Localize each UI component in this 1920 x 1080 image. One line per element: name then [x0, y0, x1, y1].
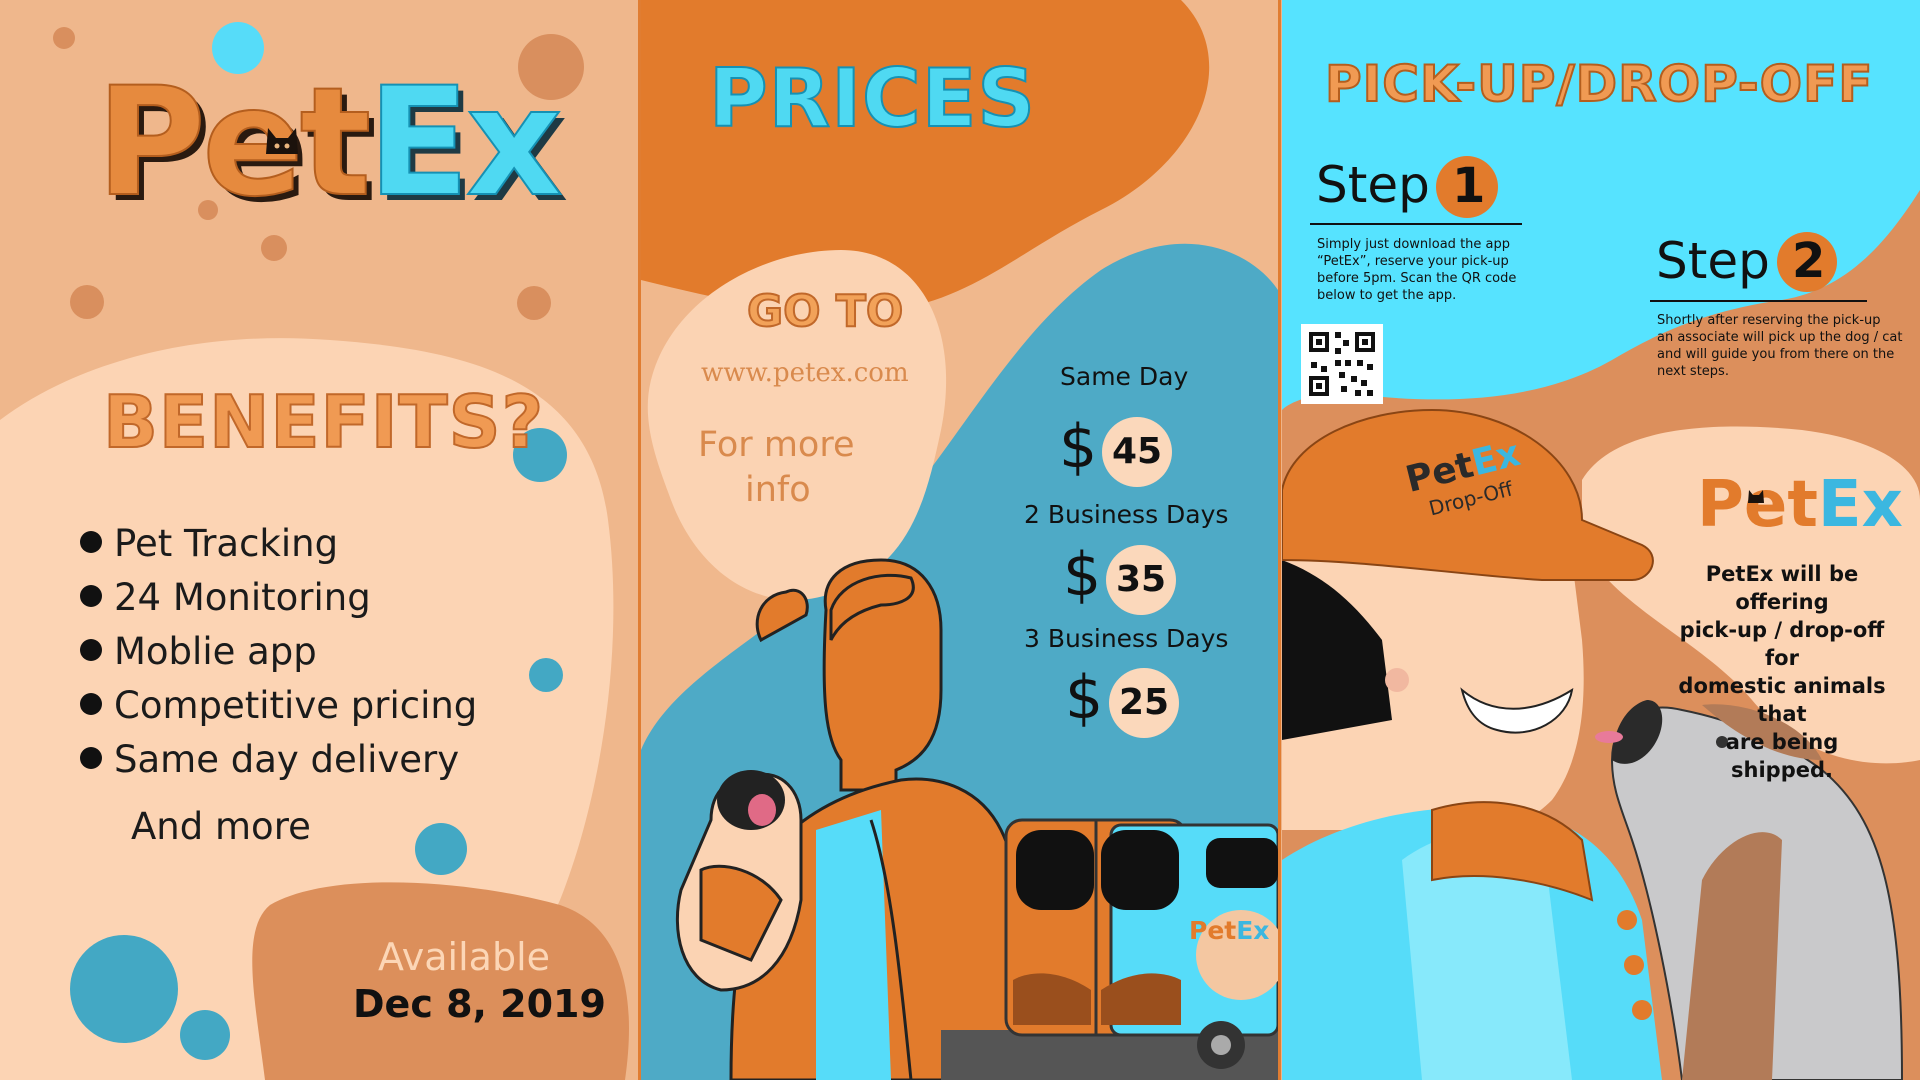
benefit-item: Competitive pricing — [80, 684, 477, 727]
logo-ex-text: Ex — [366, 55, 563, 231]
step1-text: Simply just download the app “PetEx”, re… — [1317, 237, 1517, 303]
price-label-same-day: Same Day — [1060, 362, 1189, 391]
benefit-item: Pet Tracking — [80, 522, 338, 565]
website-link[interactable]: www.petex.com — [701, 358, 909, 388]
more-info-line2: info — [745, 470, 811, 510]
benefit-item: 24 Monitoring — [80, 576, 371, 619]
petex-logo-small: PetEx — [1697, 468, 1903, 542]
step2-number: 2 — [1792, 233, 1826, 289]
bullet-dot — [80, 530, 102, 553]
cat-face-icon — [1748, 490, 1764, 503]
step2-text: Shortly after reserving the pick-up an a… — [1657, 313, 1903, 379]
prices-background — [641, 0, 1278, 1080]
price-label-3-days: 3 Business Days — [1024, 624, 1229, 653]
step1-number: 1 — [1452, 158, 1486, 214]
available-date: Dec 8, 2019 — [353, 982, 606, 1026]
bullet-dot — [80, 584, 102, 607]
benefit-item: Moblie app — [80, 630, 317, 673]
pickup-panel: PICK-UP/DROP-OFF Step 1 Simply just down… — [1282, 0, 1920, 1080]
price-3-days: 25 — [1109, 668, 1179, 738]
step1-label: Step — [1316, 156, 1430, 214]
prices-panel: PRICES GO TO www.petex.com For more info… — [641, 0, 1278, 1080]
pickup-heading: PICK-UP/DROP-OFF — [1324, 54, 1874, 114]
more-info-line1: For more — [698, 425, 855, 465]
flyer-canvas: PetEx BENEFITS? Pet Tracking 24 Monitori… — [0, 0, 1920, 1080]
step2-label: Step — [1656, 232, 1770, 290]
dollar-sign: $ — [1059, 412, 1098, 482]
benefits-panel: PetEx BENEFITS? Pet Tracking 24 Monitori… — [0, 0, 638, 1080]
logo-pet-text: Pet — [95, 55, 372, 231]
offer-text: PetEx will be offering pick-up / drop-of… — [1678, 562, 1886, 782]
and-more-text: And more — [131, 805, 311, 848]
qr-code-icon — [1301, 324, 1383, 404]
van-logo: PetEx — [1189, 916, 1270, 945]
dollar-sign: $ — [1065, 663, 1104, 733]
available-label: Available — [378, 935, 551, 979]
petex-logo: PetEx — [95, 48, 564, 238]
price-label-2-days: 2 Business Days — [1024, 500, 1229, 529]
prices-heading: PRICES — [708, 51, 1036, 146]
dollar-sign: $ — [1063, 540, 1102, 610]
cat-face-icon — [266, 128, 298, 154]
bullet-dot — [80, 638, 102, 661]
go-to-heading: GO TO — [746, 285, 904, 338]
price-same-day: 45 — [1102, 417, 1172, 487]
benefits-heading: BENEFITS? — [102, 379, 545, 465]
price-2-days: 35 — [1106, 545, 1176, 615]
bullet-dot — [80, 746, 102, 769]
bullet-dot — [80, 692, 102, 715]
benefit-item: Same day delivery — [80, 738, 459, 781]
panel-divider — [1278, 0, 1281, 1080]
